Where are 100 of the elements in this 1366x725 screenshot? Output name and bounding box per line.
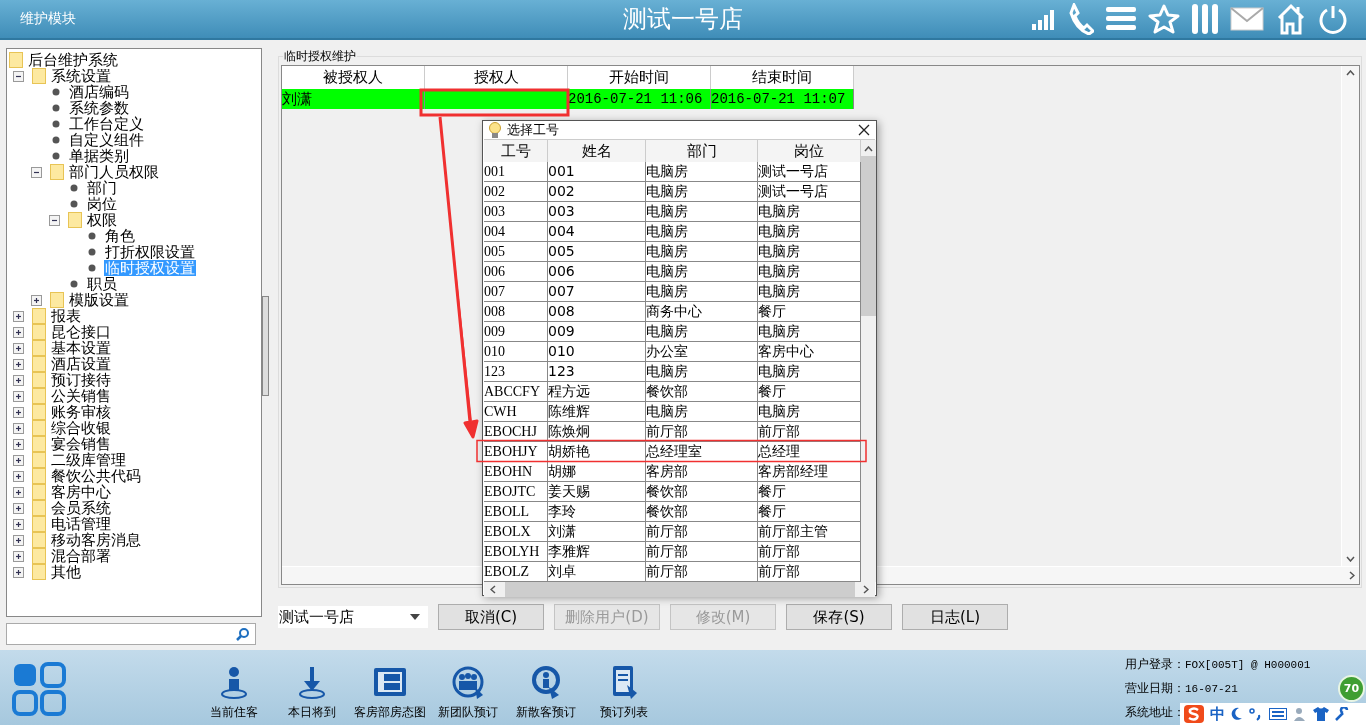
tree-item[interactable]: 后台维护系统: [27, 52, 119, 68]
toolbar-button[interactable]: 本日将到: [273, 665, 351, 721]
search-field[interactable]: [6, 623, 256, 645]
expand-icon[interactable]: [13, 358, 24, 370]
splitter-handle[interactable]: [262, 296, 269, 396]
column-header[interactable]: 被授权人: [282, 66, 425, 89]
tree-item[interactable]: 报表: [50, 308, 82, 324]
tree-item[interactable]: 昆仑接口: [50, 324, 112, 340]
close-icon[interactable]: [858, 124, 870, 136]
expand-icon[interactable]: [13, 502, 24, 514]
scrollbar-thumb[interactable]: [861, 156, 876, 316]
column-header[interactable]: 开始时间: [568, 66, 711, 89]
toolbar-button[interactable]: 预订列表: [585, 665, 663, 721]
tree-item[interactable]: 模版设置: [68, 292, 130, 308]
tree-item[interactable]: 混合部署: [50, 548, 112, 564]
tree-item[interactable]: 预订接待: [50, 372, 112, 388]
menu-icon[interactable]: [1106, 6, 1136, 32]
collapse-icon[interactable]: [13, 70, 24, 82]
column-header[interactable]: 工号: [484, 140, 548, 162]
tree-item[interactable]: 部门人员权限: [68, 164, 160, 180]
collapse-icon[interactable]: [31, 166, 42, 178]
signal-icon[interactable]: [1032, 8, 1056, 30]
tree-item[interactable]: 酒店设置: [50, 356, 112, 372]
expand-icon[interactable]: [13, 518, 24, 530]
tree-item[interactable]: 客房中心: [50, 484, 112, 500]
tree-item[interactable]: 餐饮公共代码: [50, 468, 142, 484]
scroll-down-icon[interactable]: [1346, 556, 1355, 562]
scroll-up-icon[interactable]: [864, 146, 873, 152]
action-button[interactable]: 取消(C): [438, 604, 544, 630]
tree-item[interactable]: 系统设置: [50, 68, 112, 84]
tree-item[interactable]: 会员系统: [50, 500, 112, 516]
tree-item[interactable]: 单据类别: [68, 148, 130, 164]
column-header[interactable]: 结束时间: [711, 66, 854, 89]
expand-icon[interactable]: [13, 470, 24, 482]
expand-icon[interactable]: [13, 550, 24, 562]
expand-icon[interactable]: [13, 534, 24, 546]
ime-logo-icon[interactable]: [1184, 705, 1204, 723]
table-row[interactable]: 刘潇 2016-07-21 11:06 2016-07-21 11:07: [282, 89, 854, 109]
expand-icon[interactable]: [13, 310, 24, 322]
tree-item[interactable]: 二级库管理: [50, 452, 127, 468]
toolbar-button[interactable]: 新团队预订: [429, 665, 507, 721]
action-button[interactable]: 日志(L): [902, 604, 1008, 630]
scroll-right-icon[interactable]: [1349, 571, 1355, 580]
home-icon[interactable]: [1276, 3, 1306, 35]
tree-item[interactable]: 工作台定义: [68, 116, 145, 132]
store-dropdown[interactable]: 测试一号店: [278, 606, 428, 628]
moon-icon[interactable]: [1231, 707, 1243, 721]
tree-item[interactable]: 权限: [86, 212, 118, 228]
toolbar-button[interactable]: 客房部房态图: [351, 665, 429, 721]
column-header[interactable]: 授权人: [425, 66, 568, 89]
tree-item[interactable]: 打折权限设置: [104, 244, 196, 260]
scroll-up-icon[interactable]: [1346, 70, 1355, 76]
star-icon[interactable]: [1148, 4, 1180, 34]
expand-icon[interactable]: [13, 422, 24, 434]
ime-mode-button[interactable]: 中: [1210, 704, 1225, 724]
power-icon[interactable]: [1318, 4, 1348, 34]
expand-icon[interactable]: [13, 326, 24, 338]
columns-icon[interactable]: [1192, 4, 1218, 34]
wrench-icon[interactable]: [1335, 707, 1349, 721]
tree-item[interactable]: 电话管理: [50, 516, 112, 532]
keyboard-icon[interactable]: [1269, 708, 1287, 720]
expand-icon[interactable]: [13, 374, 24, 386]
toolbar-button[interactable]: 新散客预订: [507, 665, 585, 721]
caret-icon[interactable]: [410, 614, 420, 620]
search-icon[interactable]: [236, 627, 249, 641]
punctuation-icon[interactable]: [1249, 707, 1263, 721]
phone-icon[interactable]: [1068, 3, 1094, 35]
tree-item[interactable]: 角色: [104, 228, 136, 244]
app-logo-icon[interactable]: [12, 662, 66, 716]
action-button[interactable]: 保存(S): [786, 604, 892, 630]
tree-item[interactable]: 岗位: [86, 196, 118, 212]
tree-item[interactable]: 系统参数: [68, 100, 130, 116]
tree-item[interactable]: 宴会销售: [50, 436, 112, 452]
expand-icon[interactable]: [13, 486, 24, 498]
toolbar-button[interactable]: 当前住客: [195, 665, 273, 721]
tree-item[interactable]: 基本设置: [50, 340, 112, 356]
scroll-left-icon[interactable]: [490, 585, 496, 594]
tree-item[interactable]: 酒店编码: [68, 84, 130, 100]
expand-icon[interactable]: [13, 406, 24, 418]
tree-item[interactable]: 账务审核: [50, 404, 112, 420]
scrollbar-thumb[interactable]: [504, 582, 855, 597]
scroll-right-icon[interactable]: [863, 585, 869, 594]
expand-icon[interactable]: [13, 342, 24, 354]
tree-item[interactable]: 公关销售: [50, 388, 112, 404]
column-header[interactable]: 岗位: [758, 140, 861, 162]
shirt-icon[interactable]: [1313, 707, 1329, 721]
column-header[interactable]: 姓名: [548, 140, 646, 162]
tree-item[interactable]: 部门: [86, 180, 118, 196]
expand-icon[interactable]: [31, 294, 42, 306]
tree-item[interactable]: 自定义组件: [68, 132, 145, 148]
tree-item[interactable]: 职员: [86, 276, 118, 292]
tree-item[interactable]: 其他: [50, 564, 82, 580]
tree-item[interactable]: 移动客房消息: [50, 532, 142, 548]
expand-icon[interactable]: [13, 390, 24, 402]
collapse-icon[interactable]: [49, 214, 60, 226]
tree-item[interactable]: 综合收银: [50, 420, 112, 436]
column-header[interactable]: 部门: [646, 140, 758, 162]
expand-icon[interactable]: [13, 438, 24, 450]
expand-icon[interactable]: [13, 566, 24, 578]
expand-icon[interactable]: [13, 454, 24, 466]
